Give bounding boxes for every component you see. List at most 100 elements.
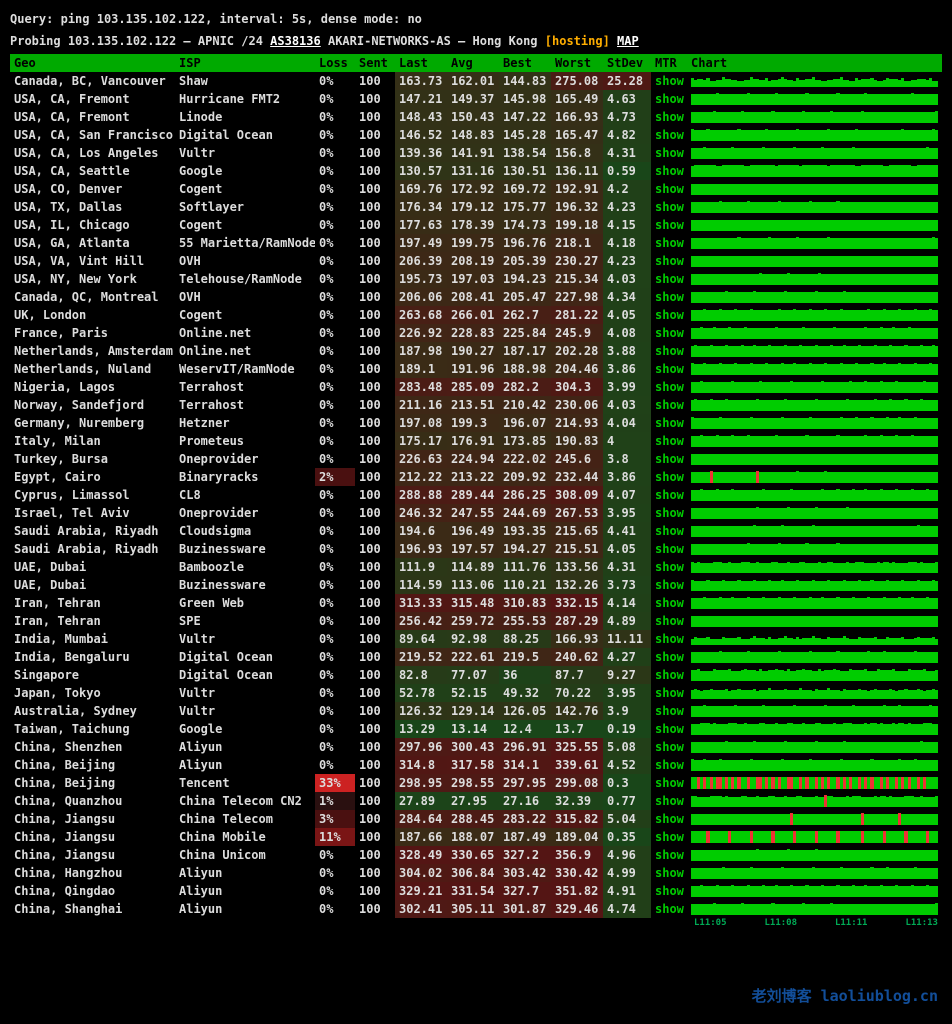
spark-chart [691, 93, 938, 105]
mtr-show-link[interactable]: show [651, 126, 687, 144]
mtr-show-link[interactable]: show [651, 846, 687, 864]
mtr-show-link[interactable]: show [651, 594, 687, 612]
cell-isp: Shaw [175, 72, 315, 90]
mtr-show-link[interactable]: show [651, 486, 687, 504]
mtr-show-link[interactable]: show [651, 810, 687, 828]
mtr-show-link[interactable]: show [651, 558, 687, 576]
mtr-show-link[interactable]: show [651, 342, 687, 360]
cell-avg: 213.22 [447, 468, 499, 486]
mtr-show-link[interactable]: show [651, 180, 687, 198]
th-last[interactable]: Last [395, 54, 447, 72]
cell-geo: China, Beijing [10, 756, 175, 774]
spark-chart [691, 291, 938, 303]
chart-cell [687, 450, 942, 468]
mtr-show-link[interactable]: show [651, 306, 687, 324]
table-row: China, HangzhouAliyun0%100304.02306.8430… [10, 864, 942, 882]
th-avg[interactable]: Avg [447, 54, 499, 72]
cell-isp: Aliyun [175, 738, 315, 756]
cell-loss: 0% [315, 414, 355, 432]
mtr-show-link[interactable]: show [651, 144, 687, 162]
mtr-show-link[interactable]: show [651, 630, 687, 648]
mtr-show-link[interactable]: show [651, 90, 687, 108]
mtr-show-link[interactable]: show [651, 900, 687, 918]
mtr-show-link[interactable]: show [651, 882, 687, 900]
mtr-show-link[interactable]: show [651, 360, 687, 378]
cell-worst: 304.3 [551, 378, 603, 396]
cell-stdev: 3.95 [603, 504, 651, 522]
query-line: Query: ping 103.135.102.122, interval: 5… [10, 10, 942, 28]
chart-cell [687, 468, 942, 486]
cell-best: 222.02 [499, 450, 551, 468]
spark-chart [691, 201, 938, 213]
cell-worst: 332.15 [551, 594, 603, 612]
cell-stdev: 4.03 [603, 396, 651, 414]
mtr-show-link[interactable]: show [651, 378, 687, 396]
cell-loss: 0% [315, 738, 355, 756]
mtr-show-link[interactable]: show [651, 702, 687, 720]
map-link[interactable]: MAP [617, 34, 639, 48]
cell-geo: UAE, Dubai [10, 576, 175, 594]
mtr-show-link[interactable]: show [651, 540, 687, 558]
mtr-show-link[interactable]: show [651, 198, 687, 216]
spark-chart [691, 651, 938, 663]
cell-sent: 100 [355, 666, 395, 684]
cell-isp: Vultr [175, 144, 315, 162]
th-best[interactable]: Best [499, 54, 551, 72]
mtr-show-link[interactable]: show [651, 234, 687, 252]
mtr-show-link[interactable]: show [651, 270, 687, 288]
cell-avg: 298.55 [447, 774, 499, 792]
mtr-show-link[interactable]: show [651, 72, 687, 90]
cell-geo: China, Hangzhou [10, 864, 175, 882]
mtr-show-link[interactable]: show [651, 612, 687, 630]
th-chart[interactable]: Chart [687, 54, 942, 72]
mtr-show-link[interactable]: show [651, 756, 687, 774]
chart-cell [687, 810, 942, 828]
mtr-show-link[interactable]: show [651, 864, 687, 882]
cell-loss: 0% [315, 630, 355, 648]
mtr-show-link[interactable]: show [651, 450, 687, 468]
mtr-show-link[interactable]: show [651, 324, 687, 342]
table-row: USA, CA, Los AngelesVultr0%100139.36141.… [10, 144, 942, 162]
cell-isp: Google [175, 720, 315, 738]
mtr-show-link[interactable]: show [651, 828, 687, 846]
table-row: China, BeijingAliyun0%100314.8317.58314.… [10, 756, 942, 774]
th-mtr[interactable]: MTR [651, 54, 687, 72]
cell-stdev: 4.91 [603, 882, 651, 900]
mtr-show-link[interactable]: show [651, 414, 687, 432]
th-loss[interactable]: Loss [315, 54, 355, 72]
mtr-show-link[interactable]: show [651, 666, 687, 684]
asn-link[interactable]: AS38136 [270, 34, 321, 48]
mtr-show-link[interactable]: show [651, 108, 687, 126]
mtr-show-link[interactable]: show [651, 774, 687, 792]
cell-last: 226.92 [395, 324, 447, 342]
mtr-show-link[interactable]: show [651, 504, 687, 522]
mtr-show-link[interactable]: show [651, 216, 687, 234]
mtr-show-link[interactable]: show [651, 738, 687, 756]
cell-worst: 13.7 [551, 720, 603, 738]
mtr-show-link[interactable]: show [651, 252, 687, 270]
spark-chart [691, 813, 938, 825]
mtr-show-link[interactable]: show [651, 468, 687, 486]
cell-loss: 0% [315, 576, 355, 594]
mtr-show-link[interactable]: show [651, 162, 687, 180]
mtr-show-link[interactable]: show [651, 396, 687, 414]
th-sent[interactable]: Sent [355, 54, 395, 72]
cell-avg: 179.12 [447, 198, 499, 216]
th-geo[interactable]: Geo [10, 54, 175, 72]
mtr-show-link[interactable]: show [651, 648, 687, 666]
mtr-show-link[interactable]: show [651, 576, 687, 594]
mtr-show-link[interactable]: show [651, 684, 687, 702]
mtr-show-link[interactable]: show [651, 720, 687, 738]
th-isp[interactable]: ISP [175, 54, 315, 72]
mtr-show-link[interactable]: show [651, 432, 687, 450]
th-stdev[interactable]: StDev [603, 54, 651, 72]
cell-loss: 0% [315, 756, 355, 774]
th-worst[interactable]: Worst [551, 54, 603, 72]
cell-isp: Terrahost [175, 396, 315, 414]
cell-avg: 113.06 [447, 576, 499, 594]
mtr-show-link[interactable]: show [651, 522, 687, 540]
cell-avg: 199.75 [447, 234, 499, 252]
mtr-show-link[interactable]: show [651, 792, 687, 810]
mtr-show-link[interactable]: show [651, 288, 687, 306]
chart-cell [687, 756, 942, 774]
